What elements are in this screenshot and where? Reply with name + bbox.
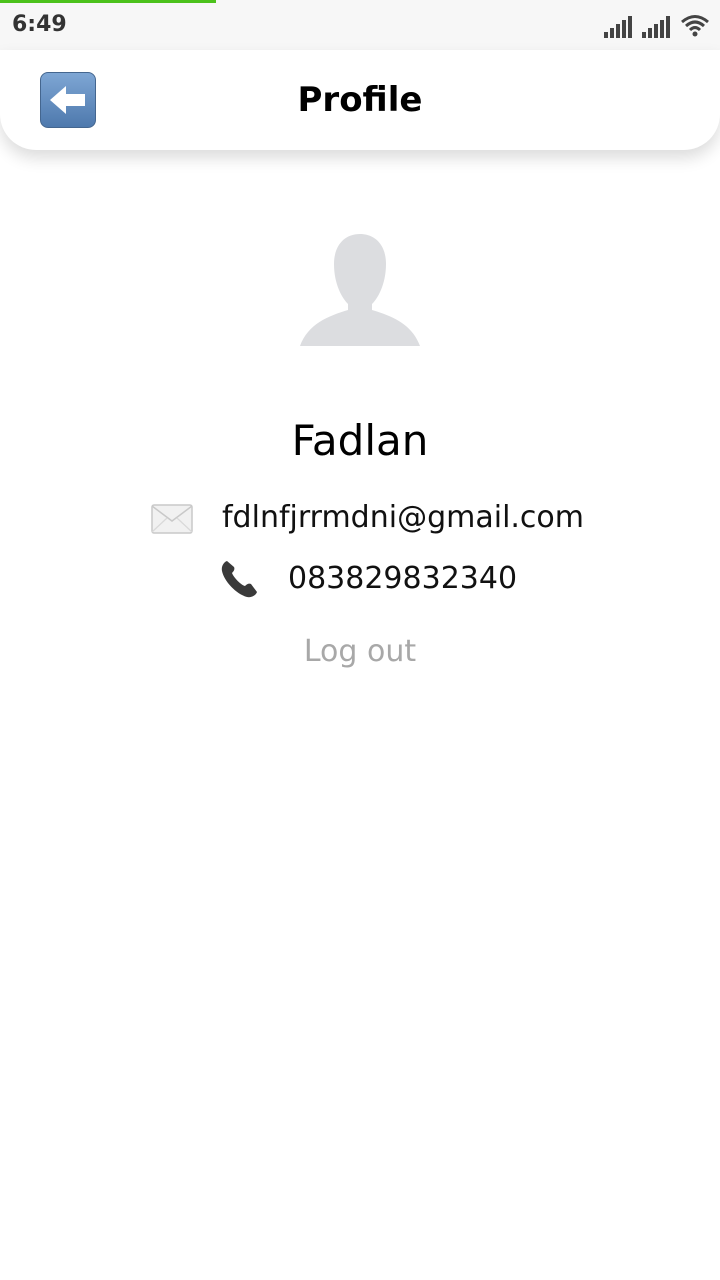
envelope-icon <box>151 504 193 534</box>
logout-button[interactable]: Log out <box>260 634 460 669</box>
phone-row: 083829832340 <box>0 556 720 606</box>
phone-icon <box>221 561 257 598</box>
signal-icon <box>604 16 632 38</box>
status-time: 6:49 <box>12 12 67 37</box>
status-bar: 6:49 <box>0 0 720 50</box>
avatar-placeholder-icon <box>300 234 420 346</box>
profile-name: Fadlan <box>291 416 429 465</box>
wifi-icon <box>681 15 709 37</box>
signal-icon <box>642 16 670 38</box>
status-icons <box>604 12 710 38</box>
app-header: Profile <box>0 50 720 150</box>
email-row: fdlnfjrrmdni@gmail.com <box>0 495 720 545</box>
profile-phone: 083829832340 <box>288 561 518 596</box>
profile-email: fdlnfjrrmdni@gmail.com <box>222 500 585 535</box>
page-title: Profile <box>297 80 423 120</box>
loading-progress-line <box>0 0 216 3</box>
